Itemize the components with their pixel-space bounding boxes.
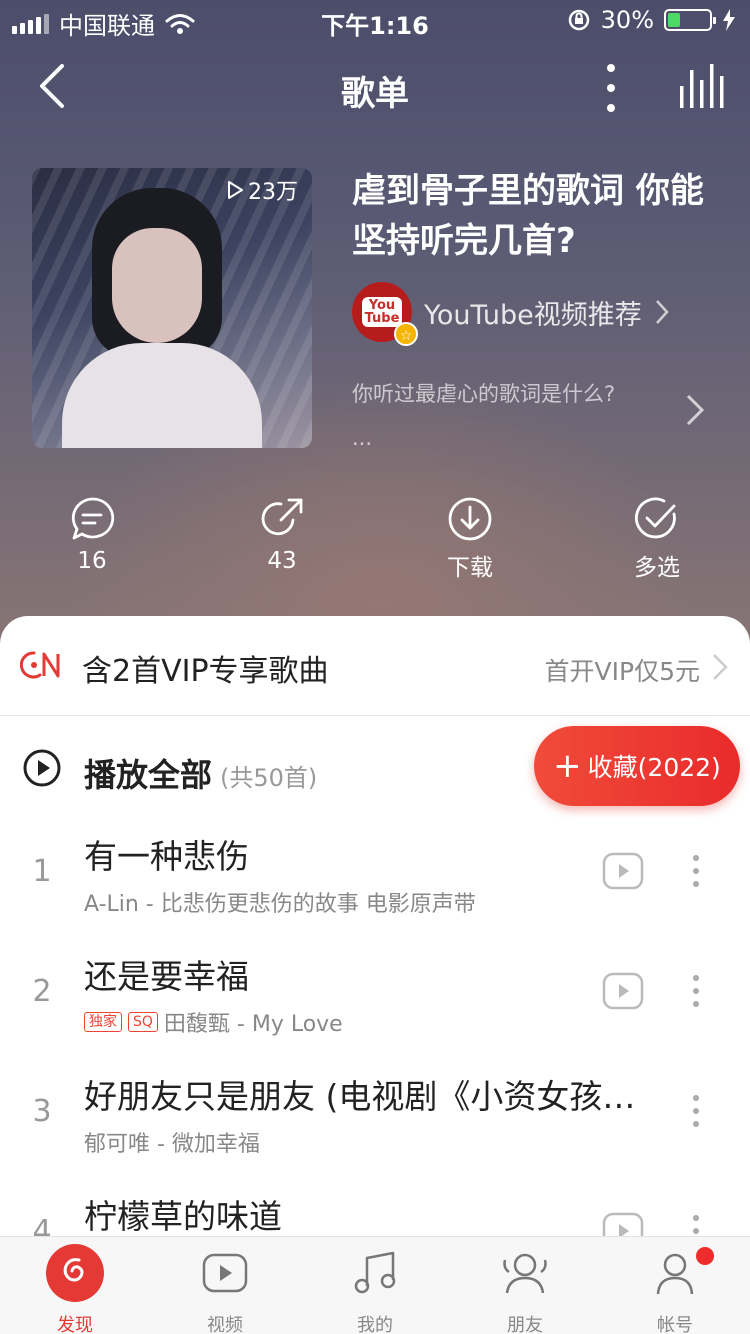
nav-bar: 歌单 [0, 50, 750, 122]
page-title: 歌单 [341, 74, 409, 114]
tab-mine[interactable]: 我的 [300, 1243, 450, 1334]
orientation-lock-icon [568, 9, 589, 31]
comment-button[interactable]: 16 [32, 496, 152, 574]
playlist-title: 虐到骨子里的歌词 你能坚持听完几首? [352, 171, 704, 261]
song-title: 还是要幸福 [84, 957, 249, 996]
battery-icon [664, 9, 716, 31]
more-vertical-icon[interactable] [690, 974, 702, 1008]
song-index: 3 [32, 1094, 52, 1129]
play-all-icon [23, 749, 61, 787]
more-vertical-icon[interactable] [690, 1094, 702, 1128]
play-all-row[interactable]: 播放全部 (共50首) + 收藏(2022) [0, 726, 750, 816]
vip-promo: 首开VIP仅5元 [544, 657, 700, 686]
notification-badge [696, 1247, 714, 1265]
tab-video[interactable]: 视频 [150, 1243, 300, 1334]
song-meta: 独家 SQ 田馥甄 - My Love [84, 1006, 584, 1038]
equalizer-bars-icon[interactable] [676, 64, 726, 108]
charging-bolt-icon [723, 9, 735, 31]
vip-banner[interactable]: 含2首VIP专享歌曲 首开VIP仅5元 [0, 616, 750, 716]
play-all-label: 播放全部 [84, 756, 213, 794]
song-index: 2 [32, 974, 52, 1009]
chevron-right-icon[interactable] [682, 392, 708, 428]
discover-icon [45, 1243, 105, 1303]
play-count: 23万 [226, 174, 298, 206]
status-bar: 中国联通 下午1:16 30% [0, 0, 750, 40]
song-row[interactable]: 3 好朋友只是朋友 (电视剧《小资女孩向前冲》插曲) 郁可唯 - 微加幸福 [0, 1056, 750, 1176]
sq-badge: SQ [128, 1012, 158, 1032]
song-title: 柠檬草的味道 [84, 1197, 282, 1236]
creator-name: YouTube视频推荐 [424, 299, 642, 331]
music-note-icon [345, 1243, 405, 1303]
multi-select-button[interactable]: 多选 [597, 496, 717, 582]
collect-button[interactable]: + 收藏(2022) [534, 726, 740, 806]
battery-percent: 30% [600, 6, 654, 34]
video-icon [195, 1243, 255, 1303]
mv-play-icon[interactable] [602, 972, 644, 1010]
song-title: 有一种悲伤 [84, 837, 249, 876]
tab-friends[interactable]: 朋友 [450, 1243, 600, 1334]
creator-link[interactable]: You Tube ☆ YouTube视频推荐 [352, 282, 670, 346]
plus-icon: + [553, 746, 582, 786]
song-count: (共50首) [220, 764, 318, 792]
share-button[interactable]: 43 [222, 496, 342, 574]
comment-icon [71, 497, 115, 540]
download-button[interactable]: 下载 [410, 496, 530, 582]
song-row[interactable]: 2 还是要幸福 独家 SQ 田馥甄 - My Love [0, 936, 750, 1056]
chevron-right-icon [655, 300, 669, 324]
mv-play-icon[interactable] [602, 852, 644, 890]
play-outline-icon [228, 181, 243, 199]
multi-select-icon [635, 497, 676, 539]
song-title: 好朋友只是朋友 (电视剧《小资女孩向前冲》插曲) [84, 1077, 664, 1116]
song-meta: 郁可唯 - 微加幸福 [84, 1132, 260, 1157]
more-vertical-icon[interactable] [690, 854, 702, 888]
vip-logo-icon [20, 651, 60, 679]
tab-bar: 发现 视频 我的 朋友 帐号 [0, 1236, 750, 1334]
creator-avatar: You Tube ☆ [352, 282, 418, 346]
tab-account[interactable]: 帐号 [600, 1243, 750, 1334]
playlist-cover[interactable]: 23万 [32, 168, 312, 448]
tab-discover[interactable]: 发现 [0, 1243, 150, 1334]
friends-icon [495, 1243, 555, 1303]
song-meta: A-Lin - 比悲伤更悲伤的故事 电影原声带 [84, 892, 476, 917]
song-index: 1 [32, 854, 52, 889]
song-list-sheet: 含2首VIP专享歌曲 首开VIP仅5元 播放全部 (共50首) + 收藏(202… [0, 616, 750, 1334]
playlist-description[interactable]: 你听过最虐心的歌词是什么? ... [352, 372, 672, 460]
vip-text: 含2首VIP专享歌曲 [82, 654, 329, 689]
exclusive-badge: 独家 [84, 1012, 122, 1032]
star-badge-icon: ☆ [394, 322, 418, 346]
song-row[interactable]: 1 有一种悲伤 A-Lin - 比悲伤更悲伤的故事 电影原声带 [0, 816, 750, 936]
action-row: 16 43 下载 多选 [0, 496, 750, 586]
share-icon [261, 498, 303, 536]
more-vertical-icon[interactable] [596, 60, 626, 116]
download-icon [448, 497, 492, 541]
chevron-right-icon [713, 654, 728, 680]
